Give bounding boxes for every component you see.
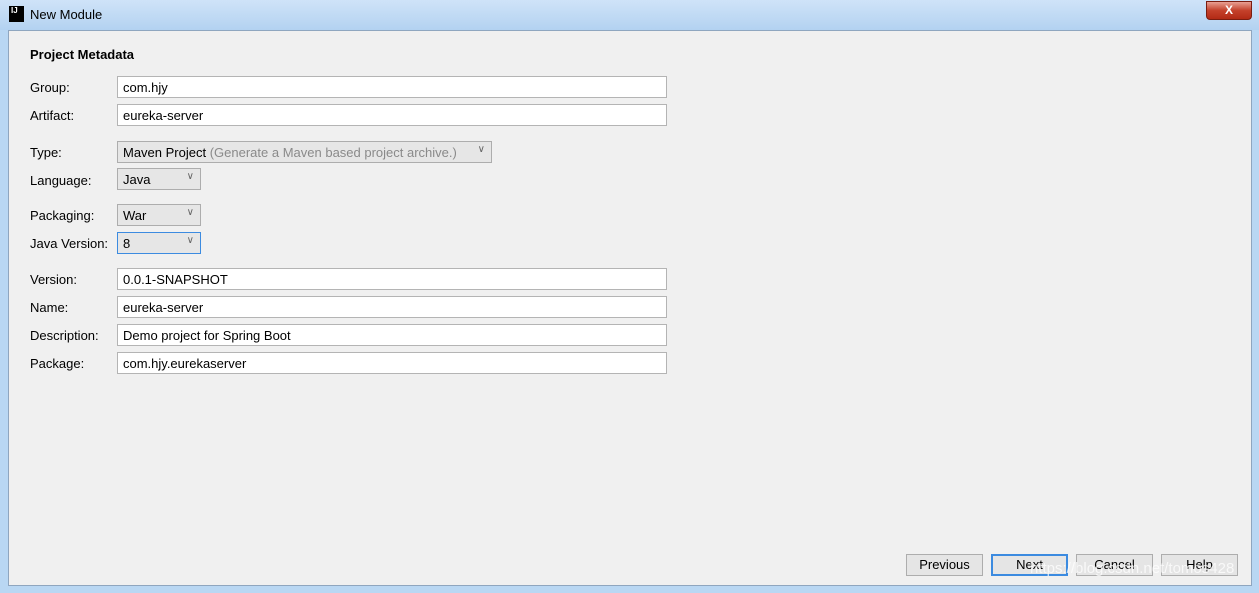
group-input[interactable]: com.hjy — [117, 76, 667, 98]
version-label: Version: — [30, 272, 77, 287]
chevron-down-icon: ∨ — [186, 207, 194, 218]
language-value: Java — [123, 172, 151, 187]
title-bar: IJ New Module X — [0, 0, 1259, 30]
version-input[interactable]: 0.0.1-SNAPSHOT — [117, 268, 667, 290]
package-input[interactable]: com.hjy.eurekaserver — [117, 352, 667, 374]
artifact-input[interactable]: eureka-server — [117, 104, 667, 126]
chevron-down-icon: ∨ — [186, 235, 194, 246]
intellij-app-icon: IJ — [9, 6, 24, 22]
type-value: Maven Project — [123, 145, 207, 160]
next-button[interactable]: Next — [991, 554, 1068, 576]
artifact-label: Artifact: — [30, 108, 75, 123]
description-input[interactable]: Demo project for Spring Boot — [117, 324, 667, 346]
section-title: Project Metadata — [30, 47, 135, 62]
packaging-value: War — [123, 208, 147, 223]
type-dropdown[interactable]: Maven Project (Generate a Maven based pr… — [117, 141, 492, 163]
type-hint: (Generate a Maven based project archive.… — [209, 145, 457, 160]
previous-button[interactable]: Previous — [906, 554, 983, 576]
close-button[interactable]: X — [1206, 1, 1252, 20]
name-input[interactable]: eureka-server — [117, 296, 667, 318]
chevron-down-icon: ∨ — [186, 171, 194, 182]
window-title: New Module — [30, 7, 103, 22]
language-label: Language: — [30, 173, 92, 188]
type-label: Type: — [30, 145, 62, 160]
java-version-label: Java Version: — [30, 236, 109, 251]
packaging-dropdown[interactable]: War ∨ — [117, 204, 201, 226]
description-label: Description: — [30, 328, 99, 343]
java-version-dropdown[interactable]: 8 ∨ — [117, 232, 201, 254]
group-label: Group: — [30, 80, 70, 95]
help-button[interactable]: Help — [1161, 554, 1238, 576]
chevron-down-icon: ∨ — [477, 144, 485, 155]
name-label: Name: — [30, 300, 69, 315]
language-dropdown[interactable]: Java ∨ — [117, 168, 201, 190]
cancel-button[interactable]: Cancel — [1076, 554, 1153, 576]
packaging-label: Packaging: — [30, 208, 95, 223]
java-version-value: 8 — [123, 236, 131, 251]
package-label: Package: — [30, 356, 85, 371]
